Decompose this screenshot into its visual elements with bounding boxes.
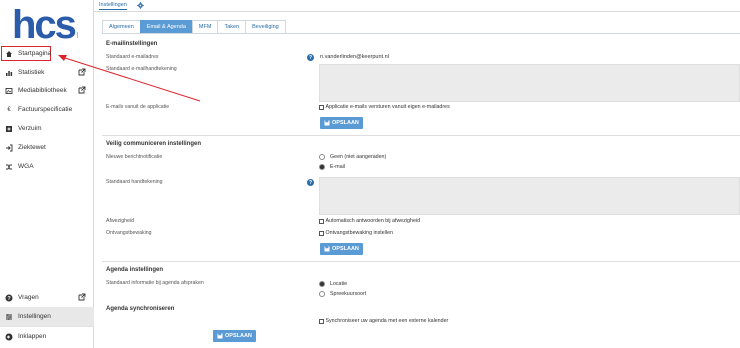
annotation-arrow: [58, 55, 201, 102]
checkbox-label: Automatisch antwoorden bij afwezigheid: [325, 218, 421, 224]
sidebar-item-instellingen[interactable]: Instellingen: [0, 307, 94, 326]
sidebar-item-factuurspecificatie[interactable]: € Factuurspecificatie: [0, 100, 94, 119]
checkbox-label: Applicatie e-mails versturen vanuit eige…: [325, 104, 450, 110]
settings-icon: [5, 313, 13, 321]
external-link-icon[interactable]: [78, 68, 86, 76]
tab-email-agenda[interactable]: Email & Agenda: [139, 20, 193, 33]
tab-algemeen[interactable]: Algemeen: [102, 20, 141, 33]
sidebar-item-vragen[interactable]: ? Vragen: [0, 288, 94, 307]
checkbox-box[interactable]: [319, 104, 324, 110]
secure-save-button[interactable]: OPSLAAN: [320, 243, 363, 255]
agenda-option-locatie[interactable]: Locatie: [319, 281, 347, 287]
logo-text: hcs.: [12, 4, 78, 42]
sidebar-item-label: Verzuim: [18, 125, 42, 132]
radio-button-selected[interactable]: [319, 164, 325, 170]
checkbox-label: Synchroniseer uw agenda met een externe …: [325, 318, 449, 324]
sidebar-item-label: Factuurspecificatie: [18, 106, 73, 113]
home-icon: [5, 50, 13, 58]
section-divider: [102, 261, 740, 262]
radio-button-selected[interactable]: [319, 281, 325, 287]
secure-signature-label: Standaard handtekening: [106, 179, 163, 185]
absence-checkbox[interactable]: Automatisch antwoorden bij afwezigheid: [319, 218, 420, 224]
receipt-label: Ontvangstbewaking: [106, 230, 152, 236]
checkbox-label: Ontvangstbewaking instellen: [325, 230, 393, 236]
tab-beveiliging[interactable]: Beveiliging: [245, 20, 286, 33]
email-signature-label: Standaard e-mailhandtekening: [106, 66, 177, 72]
sidebar-item-label: Startpagina: [18, 50, 52, 57]
gear-icon[interactable]: [137, 2, 144, 9]
radio-button[interactable]: [319, 154, 325, 160]
save-icon: [324, 246, 330, 252]
tab-mfm[interactable]: MFM: [191, 20, 219, 33]
radio-label: Locatie: [330, 281, 348, 287]
agenda-section-title: Agenda instellingen: [106, 267, 164, 273]
save-label: OPSLAAN: [332, 120, 359, 126]
sidebar-item-verzuim[interactable]: Verzuim: [0, 119, 94, 138]
checkbox-box[interactable]: [319, 318, 324, 324]
sidebar: hcs. Startpagina Statistiek Mediabibliot…: [0, 0, 94, 348]
sidebar-item-inklappen[interactable]: Inklappen: [0, 327, 94, 346]
email-address-label: Standaard e-mailadres: [106, 54, 159, 60]
checkbox-box[interactable]: [319, 230, 324, 236]
sidebar-item-startpagina[interactable]: Startpagina: [1, 46, 51, 61]
notify-label: Nieuwe berichtnotificatie: [106, 154, 163, 160]
question-icon: ?: [5, 294, 13, 302]
tab-bar: Algemeen Email & Agenda MFM Taken Beveil…: [102, 20, 286, 33]
sidebar-item-label: Instellingen: [18, 313, 51, 320]
radio-button[interactable]: [319, 291, 325, 297]
receipt-checkbox[interactable]: Ontvangstbewaking instellen: [319, 230, 393, 236]
secure-signature-textarea[interactable]: [319, 177, 740, 215]
agenda-info-label: Standaard informatie bij agenda afsprake…: [106, 280, 204, 286]
secure-section-title: Veilig communiceren instellingen: [106, 141, 202, 147]
email-section-title: E-mailinstellingen: [106, 41, 158, 47]
radio-label: E-mail: [330, 164, 346, 170]
help-icon[interactable]: ?: [307, 54, 314, 61]
hcs-logo: hcs.: [12, 4, 78, 42]
notify-option-email[interactable]: E-mail: [319, 164, 345, 170]
radio-label: Spreekuursoort: [330, 291, 367, 297]
plus-square-icon: [5, 125, 13, 133]
sign-in-icon: [5, 144, 13, 152]
breadcrumb-instellingen[interactable]: Instellingen: [99, 2, 127, 10]
email-from-app-label: E-mails vanuit de applicatie: [106, 104, 170, 110]
email-save-button[interactable]: OPSLAAN: [320, 117, 363, 129]
agenda-save-button[interactable]: OPSLAAN: [213, 330, 256, 342]
sidebar-item-label: WGA: [18, 163, 34, 170]
external-link-icon[interactable]: [78, 293, 86, 301]
sidebar-item-label: Inklappen: [18, 333, 47, 340]
euro-icon: €: [7, 106, 11, 113]
sidebar-item-ziektewet[interactable]: Ziektewet: [0, 138, 94, 157]
save-label: OPSLAAN: [332, 246, 359, 252]
email-signature-textarea[interactable]: [319, 64, 740, 102]
email-address-value: n.vanderlinden@keerpunt.nl: [320, 54, 389, 60]
media-icon: [5, 87, 13, 95]
absence-label: Afwezigheid: [106, 218, 134, 224]
help-icon[interactable]: ?: [307, 179, 314, 186]
save-icon: [217, 333, 223, 339]
agenda-sync-title: Agenda synchroniseren: [106, 306, 175, 312]
agenda-sync-checkbox[interactable]: Synchroniseer uw agenda met een externe …: [319, 318, 448, 324]
sidebar-item-mediabibliotheek[interactable]: Mediabibliotheek: [0, 81, 94, 100]
tab-underline: [102, 33, 740, 34]
section-divider: [102, 135, 740, 136]
sidebar-item-statistiek[interactable]: Statistiek: [0, 63, 94, 82]
sidebar-item-label: Vragen: [18, 294, 39, 301]
checkbox-box[interactable]: [319, 218, 324, 224]
sidebar-item-label: Statistiek: [18, 69, 45, 76]
radio-label: Geen (niet aangeraden): [330, 154, 387, 160]
sidebar-item-label: Ziektewet: [18, 144, 46, 151]
shuffle-icon: [5, 163, 13, 171]
top-bar: Instellingen: [94, 0, 740, 12]
agenda-option-spreekuursoort[interactable]: Spreekuursoort: [319, 291, 366, 297]
save-label: OPSLAAN: [225, 333, 252, 339]
tab-taken[interactable]: Taken: [217, 20, 247, 33]
chart-icon: [5, 69, 13, 77]
arrow-left-icon: [5, 333, 13, 341]
sidebar-item-label: Mediabibliotheek: [18, 87, 67, 94]
sidebar-item-wga[interactable]: WGA: [0, 157, 94, 176]
email-from-app-checkbox[interactable]: Applicatie e-mails versturen vanuit eige…: [319, 104, 450, 110]
notify-option-none[interactable]: Geen (niet aangeraden): [319, 154, 386, 160]
external-link-icon[interactable]: [78, 86, 86, 94]
save-icon: [324, 120, 330, 126]
